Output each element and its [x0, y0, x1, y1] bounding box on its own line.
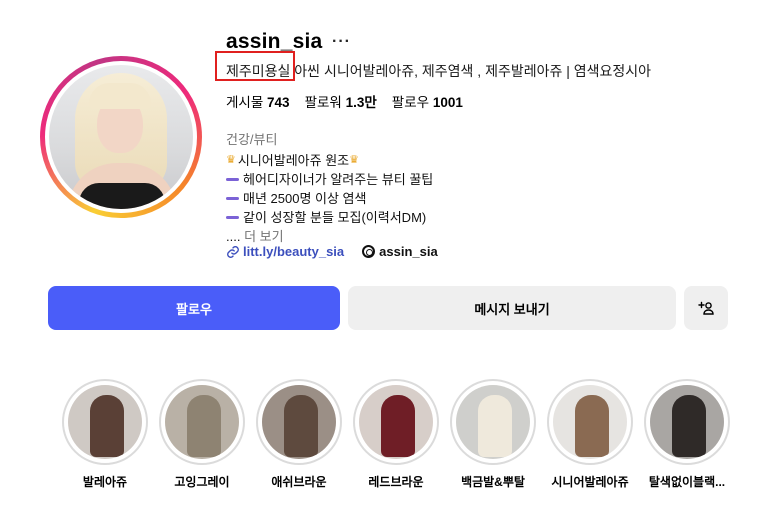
- highlight-label: 백금발&뿌탈: [461, 475, 525, 489]
- highlight-hair: [90, 395, 124, 457]
- annotation-highlight-box: [215, 51, 295, 81]
- profile-links: litt.ly/beauty_sia assin_sia: [226, 244, 438, 259]
- highlight-ring: [256, 379, 342, 465]
- avatar-frame: [45, 61, 197, 213]
- bio-text: 시니어발레아쥬 원조: [237, 153, 350, 168]
- bio-text: 헤어디자이너가 알려주는 뷰티 꿀팁: [243, 172, 434, 187]
- avatar-clothing: [79, 183, 165, 209]
- profile-bio: ♛ 시니어발레아쥬 원조 ♛ 헤어디자이너가 알려주는 뷰티 꿀팁 매년 250…: [226, 151, 433, 246]
- avatar-photo: [49, 65, 193, 209]
- dash-icon: [226, 197, 239, 200]
- more-options-icon[interactable]: ···: [332, 33, 351, 51]
- highlight-item[interactable]: 발레아쥬: [62, 379, 148, 490]
- highlight-item[interactable]: 탈색없이블랙...: [644, 379, 730, 490]
- followers-count[interactable]: 팔로워 1.3만: [305, 91, 377, 111]
- highlight-item[interactable]: 레드브라운: [353, 379, 439, 490]
- following-count[interactable]: 팔로우 1001: [392, 91, 463, 111]
- highlight-thumbnail: [553, 385, 627, 459]
- highlight-ring: [353, 379, 439, 465]
- highlight-hair: [478, 395, 512, 457]
- message-button[interactable]: 메시지 보내기: [348, 286, 676, 330]
- following-label: 팔로우: [391, 95, 430, 110]
- bio-text: 같이 성장할 분들 모집(이력서DM): [243, 210, 427, 225]
- bio-line: ♛ 시니어발레아쥬 원조 ♛: [226, 151, 433, 170]
- external-link[interactable]: litt.ly/beauty_sia: [226, 244, 344, 259]
- link-text: litt.ly/beauty_sia: [243, 244, 345, 259]
- threads-link[interactable]: assin_sia: [362, 244, 438, 259]
- profile-stats: 게시물 743 팔로워 1.3만 팔로우 1001: [226, 91, 463, 111]
- story-highlights: 발레아쥬 고잉그레이 애쉬브라운 레드브라운 백금발&뿌탈 시니어발레아쥬 탈색없이블랙..…: [62, 379, 730, 490]
- highlight-hair: [284, 395, 318, 457]
- link-icon: [227, 245, 239, 258]
- highlight-thumbnail: [359, 385, 433, 459]
- threads-icon: [362, 245, 376, 258]
- dash-icon: [226, 178, 239, 181]
- highlight-label: 시니어발레아쥬: [551, 475, 629, 489]
- highlight-ring: [644, 379, 730, 465]
- followers-value: 1.3만: [345, 95, 377, 110]
- highlight-thumbnail: [262, 385, 336, 459]
- posts-count[interactable]: 게시물 743: [226, 91, 290, 111]
- following-value: 1001: [432, 95, 463, 110]
- highlight-thumbnail: [456, 385, 530, 459]
- highlight-thumbnail: [650, 385, 724, 459]
- highlight-label: 고잉그레이: [174, 475, 230, 489]
- highlight-item[interactable]: 시니어발레아쥬: [547, 379, 633, 490]
- highlight-ring: [62, 379, 148, 465]
- highlight-label: 탈색없이블랙...: [648, 475, 726, 489]
- posts-value: 743: [267, 95, 290, 110]
- dash-icon: [226, 216, 239, 219]
- avatar-bangs: [89, 83, 151, 109]
- crown-icon: ♛: [226, 154, 236, 166]
- highlight-label: 발레아쥬: [82, 475, 128, 489]
- highlight-thumbnail: [68, 385, 142, 459]
- add-user-button[interactable]: [684, 286, 728, 330]
- profile-category: 건강/뷰티: [226, 132, 278, 147]
- bio-line: 헤어디자이너가 알려주는 뷰티 꿀팁: [226, 170, 433, 189]
- highlight-ring: [450, 379, 536, 465]
- followers-label: 팔로워: [304, 95, 342, 110]
- bio-line: 같이 성장할 분들 모집(이력서DM): [226, 208, 433, 227]
- posts-label: 게시물: [226, 95, 264, 110]
- highlight-item[interactable]: 애쉬브라운: [256, 379, 342, 490]
- highlight-ring: [547, 379, 633, 465]
- bio-line: 매년 2500명 이상 염색: [226, 189, 433, 208]
- highlight-label: 레드브라운: [368, 475, 424, 489]
- follow-button[interactable]: 팔로우: [48, 286, 340, 330]
- threads-handle: assin_sia: [379, 244, 438, 259]
- highlight-item[interactable]: 고잉그레이: [159, 379, 245, 490]
- highlight-hair: [672, 395, 706, 457]
- crown-icon: ♛: [349, 154, 360, 166]
- highlight-hair: [187, 395, 221, 457]
- profile-avatar[interactable]: [40, 56, 202, 218]
- add-user-icon: [698, 301, 714, 315]
- highlight-thumbnail: [165, 385, 239, 459]
- highlight-hair: [575, 395, 609, 457]
- highlight-ring: [159, 379, 245, 465]
- highlight-hair: [381, 395, 415, 457]
- highlight-item[interactable]: 백금발&뿌탈: [450, 379, 536, 490]
- bio-text: 매년 2500명 이상 염색: [243, 191, 367, 206]
- highlight-label: 애쉬브라운: [271, 475, 327, 489]
